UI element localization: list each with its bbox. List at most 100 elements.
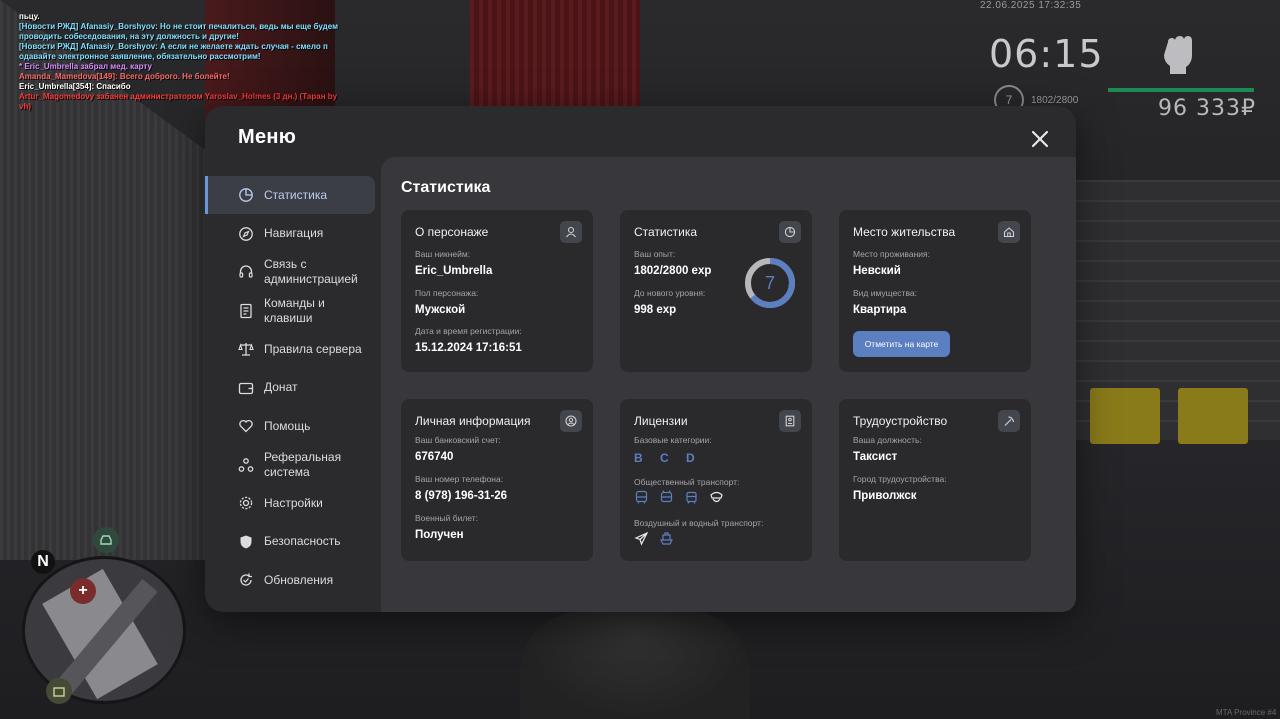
ambulance xyxy=(1090,388,1160,444)
sidebar-item[interactable]: Правила сервера xyxy=(205,330,381,368)
field-value: Квартира xyxy=(853,304,907,316)
registration-field: Дата и время регистрации: 15.12.2024 17:… xyxy=(415,326,522,354)
home-icon xyxy=(998,221,1020,243)
sidebar-item[interactable]: Статистика xyxy=(205,176,375,214)
show-on-map-button[interactable]: Отметить на карте xyxy=(853,331,950,357)
exp-field: Ваш опыт: 1802/2800 exp xyxy=(634,249,711,277)
referral-icon xyxy=(238,457,254,472)
sidebar-item[interactable]: Безопасность xyxy=(205,523,381,561)
field-label: Город трудоустройства: xyxy=(853,474,947,484)
sidebar-item-label: Навигация xyxy=(264,226,324,240)
ambulance xyxy=(1178,388,1248,444)
card-residence: Место жительства Место проживания: Невск… xyxy=(839,210,1031,372)
sidebar-item[interactable]: Помощь xyxy=(205,407,381,445)
air-water-field: Воздушный и водный транспорт: xyxy=(634,518,763,528)
health-bar xyxy=(1108,88,1254,92)
field-label: Общественный транспорт: xyxy=(634,477,740,487)
card-job: Трудоустройство Ваша должность: Таксист … xyxy=(839,399,1031,561)
card-title: Статистика xyxy=(634,225,698,239)
field-label: Ваша должность: xyxy=(853,435,922,445)
car-icon xyxy=(93,527,119,553)
hud-datetime: 22.06.2025 17:32:35 xyxy=(980,0,1082,11)
heart-hand-icon xyxy=(239,419,253,433)
sidebar-item-label: Обновления xyxy=(264,572,334,587)
sidebar-item-label: Помощь xyxy=(264,418,311,433)
field-label: Дата и время регистрации: xyxy=(415,326,522,336)
shield-icon xyxy=(240,535,252,548)
public-transport-icons xyxy=(634,490,724,505)
field-label: Ваш никнейм: xyxy=(415,249,471,259)
menu-modal: Меню Статистика Навигация Связь с админист… xyxy=(205,106,1076,612)
field-label: Пол персонажа: xyxy=(415,288,479,298)
field-value: 1802/2800 exp xyxy=(634,265,712,277)
minimap xyxy=(22,556,186,704)
content-panel: Статистика О персонаже Ваш никнейм: Eric… xyxy=(381,157,1076,612)
hud-clock: 06:15 xyxy=(989,32,1104,76)
section-title: Статистика xyxy=(401,179,491,196)
fist-icon xyxy=(1164,36,1192,74)
sidebar-item[interactable]: Связь с администрацией xyxy=(205,253,381,291)
id-card-icon xyxy=(779,410,801,432)
field-label: Военный билет: xyxy=(415,513,479,523)
job-city-field: Город трудоустройства: Приволжск xyxy=(853,474,947,502)
phone-field: Ваш номер телефона: 8 (978) 196-31-26 xyxy=(415,474,507,502)
pie-chart-icon xyxy=(239,188,253,202)
north-icon: N xyxy=(31,550,55,574)
field-value: 15.12.2024 17:16:51 xyxy=(415,342,522,354)
sidebar-item[interactable]: Настройки xyxy=(205,484,381,522)
field-label: Ваш номер телефона: xyxy=(415,474,504,484)
field-label: Базовые категории: xyxy=(634,435,712,445)
trolleybus-icon xyxy=(660,490,673,503)
hud-exp: 1802/2800 xyxy=(1031,95,1079,106)
user-icon xyxy=(560,221,582,243)
chat-line: [Новости РЖД] Afanasiy_Borshyov: А если … xyxy=(19,42,328,51)
nickname-field: Ваш никнейм: Eric_Umbrella xyxy=(415,249,492,277)
player-character xyxy=(520,612,750,719)
sidebar-item[interactable]: Навигация xyxy=(205,215,381,253)
field-value: Мужской xyxy=(415,304,466,316)
tram-icon xyxy=(686,491,697,504)
menu-title: Меню xyxy=(238,126,297,148)
card-stats: Статистика Ваш опыт: 1802/2800 exp До но… xyxy=(620,210,812,372)
position-field: Ваша должность: Таксист xyxy=(853,435,922,463)
sidebar-item[interactable]: Реферальная система xyxy=(205,446,381,484)
hud-money: 96 333₽ xyxy=(1158,96,1256,121)
chat-log: пьцу. [Новости РЖД] Afanasiy_Borshyov: Но… xyxy=(19,12,349,112)
field-label: Воздушный и водный транспорт: xyxy=(634,518,764,528)
card-title: Место жительства xyxy=(853,225,956,239)
chat-line: Eric_Umbrella[354]: Спасибо xyxy=(19,82,131,91)
sidebar-item[interactable]: Команды и клавиши xyxy=(205,292,381,330)
scales-icon xyxy=(238,343,254,356)
shop-icon xyxy=(46,678,72,704)
card-title: Трудоустройство xyxy=(853,414,948,428)
bus-icon xyxy=(635,490,648,504)
property-type-field: Вид имущества: Квартира xyxy=(853,288,917,316)
plane-icon xyxy=(634,531,649,546)
sidebar-item[interactable]: Обновления xyxy=(205,561,381,599)
field-label: Ваш банковский счет: xyxy=(415,435,501,445)
chat-line: одавайте электронное заявление, обязател… xyxy=(19,52,261,61)
level-number: 7 xyxy=(764,272,775,293)
field-label: До нового уровня: xyxy=(634,288,706,298)
gear-icon xyxy=(239,496,253,510)
field-value: 998 exp xyxy=(634,304,677,316)
field-label: Ваш опыт: xyxy=(634,249,676,259)
sidebar-item[interactable]: Донат xyxy=(205,369,381,407)
military-field: Военный билет: Получен xyxy=(415,513,478,541)
field-label: Вид имущества: xyxy=(853,288,917,298)
base-categories-field: Базовые категории: xyxy=(634,435,712,445)
server-name: MTA Province #4 xyxy=(1216,708,1277,717)
field-value: 676740 xyxy=(415,451,454,463)
wallet-icon xyxy=(238,382,254,394)
bank-field: Ваш банковский счет: 676740 xyxy=(415,435,501,463)
chat-line: [Новости РЖД] Afanasiy_Borshyov: Но не с… xyxy=(19,22,338,31)
place-field: Место проживания: Невский xyxy=(853,249,930,277)
sidebar-item-label: Донат xyxy=(264,380,298,394)
chat-line: Amanda_Mamedova[149]: Всего доброго. Не … xyxy=(19,72,230,81)
field-value: Приволжск xyxy=(853,490,917,502)
close-icon[interactable] xyxy=(1027,126,1053,152)
air-water-icons xyxy=(634,531,674,546)
refresh-icon xyxy=(240,573,252,586)
sidebar-item-label: Настройки xyxy=(264,495,323,510)
license-categories: B C D xyxy=(634,451,702,465)
